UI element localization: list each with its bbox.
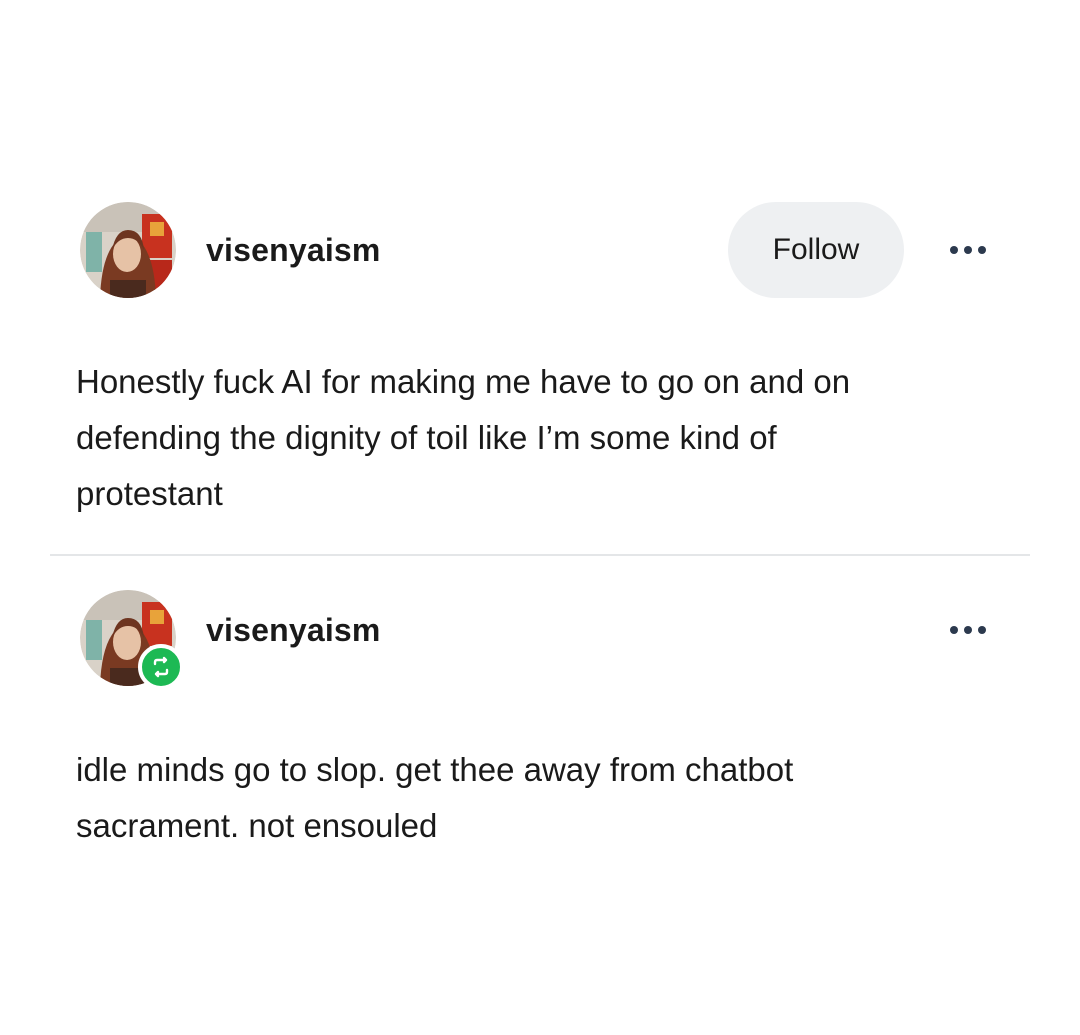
more-options-icon[interactable] <box>938 230 998 270</box>
more-dot <box>978 246 986 254</box>
post-text-line: Honestly fuck AI for making me have to g… <box>76 363 851 400</box>
more-dot <box>950 246 958 254</box>
more-dot <box>950 626 958 634</box>
username[interactable]: visenyaism <box>206 232 381 269</box>
more-dot <box>978 626 986 634</box>
post-text-line: protestant <box>76 475 223 512</box>
reblog-text: idle minds go to slop. get thee away fro… <box>76 742 1006 854</box>
reblog-icon <box>138 644 184 690</box>
avatar[interactable] <box>80 202 176 298</box>
post-text-line: defending the dignity of toil like I’m s… <box>76 419 777 456</box>
reblog-header: visenyaism <box>80 588 1000 690</box>
more-dot <box>964 626 972 634</box>
reblog-arrows-icon <box>153 656 169 678</box>
more-dot <box>964 246 972 254</box>
post-text-line: sacrament. not ensouled <box>76 807 438 844</box>
post-text-line: idle minds go to slop. get thee away fro… <box>76 751 794 788</box>
follow-button[interactable]: Follow <box>728 202 904 298</box>
avatar-image <box>80 202 176 298</box>
avatar[interactable] <box>80 590 184 690</box>
more-options-icon[interactable] <box>938 610 998 650</box>
username[interactable]: visenyaism <box>206 612 381 649</box>
original-post-text: Honestly fuck AI for making me have to g… <box>76 354 1006 522</box>
divider <box>50 554 1030 556</box>
original-post-header: visenyaism Follow <box>80 200 1000 300</box>
